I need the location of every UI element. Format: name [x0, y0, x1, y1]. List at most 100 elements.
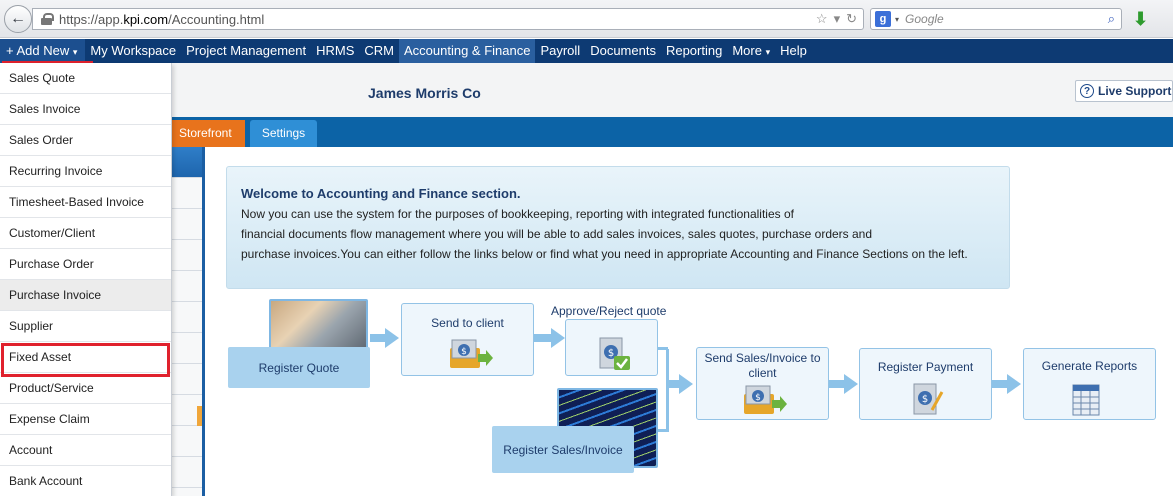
arrow-right-icon: [679, 374, 693, 394]
send-money-icon: $: [448, 338, 494, 373]
add-new-dropdown: Sales Quote Sales Invoice Sales Order Re…: [0, 63, 172, 496]
address-bar[interactable]: https://app. kpi.com/Accounting.html ☆ ▾ …: [32, 8, 864, 30]
sidebar-strip-row[interactable]: [171, 426, 202, 457]
menu-item-supplier[interactable]: Supplier: [0, 311, 171, 342]
register-sales-invoice-button[interactable]: Register Sales/Invoice: [492, 426, 634, 473]
nav-reporting[interactable]: Reporting: [661, 39, 727, 63]
menu-item-purchase-order[interactable]: Purchase Order: [0, 249, 171, 280]
nav-documents[interactable]: Documents: [585, 39, 661, 63]
nav-help[interactable]: Help: [775, 39, 812, 63]
add-new-label: + Add New: [6, 43, 70, 58]
nav-hrms[interactable]: HRMS: [311, 39, 359, 63]
browser-toolbar: ← https://app. kpi.com/Accounting.html ☆ …: [0, 0, 1173, 38]
arrow-right-icon: [844, 374, 858, 394]
menu-item-expense-claim[interactable]: Expense Claim: [0, 404, 171, 435]
welcome-panel: Welcome to Accounting and Finance sectio…: [226, 166, 1010, 289]
url-domain: kpi.com: [123, 11, 169, 27]
spreadsheet-icon: [1072, 384, 1102, 419]
page-header: James Morris Co ? Live Support: [171, 63, 1173, 117]
arrow-right-icon: [1007, 374, 1021, 394]
menu-item-account[interactable]: Account: [0, 435, 171, 466]
menu-item-timesheet-invoice[interactable]: Timesheet-Based Invoice: [0, 187, 171, 218]
flow-arrow: [829, 380, 845, 388]
send-to-client-label: Send to client: [431, 316, 504, 330]
url-path: /Accounting.html: [168, 11, 265, 27]
welcome-text-line: Now you can use the system for the purpo…: [241, 207, 794, 221]
nav-payroll[interactable]: Payroll: [535, 39, 585, 63]
nav-accounting-finance[interactable]: Accounting & Finance: [398, 39, 536, 63]
welcome-title: Welcome to Accounting and Finance sectio…: [241, 186, 521, 201]
generate-reports-label: Generate Reports: [1041, 359, 1138, 373]
send-invoice-icon: $: [742, 384, 788, 419]
svg-text:$: $: [461, 347, 467, 357]
url-prefix: https://app.: [59, 11, 124, 27]
sidebar-strip-row[interactable]: [171, 209, 202, 240]
sidebar-strip-row[interactable]: [171, 364, 202, 395]
arrow-right-icon: [385, 328, 399, 348]
flow-connector: [666, 349, 669, 432]
nav-project-management[interactable]: Project Management: [181, 39, 311, 63]
flow-arrow: [992, 380, 1008, 388]
flow-arrow: [534, 334, 552, 342]
menu-item-customer-client[interactable]: Customer/Client: [0, 218, 171, 249]
tab-settings[interactable]: Settings: [250, 120, 317, 147]
back-arrow-icon[interactable]: ←: [4, 5, 32, 33]
dropdown-arrow-icon[interactable]: ▾: [834, 11, 841, 27]
svg-text:$: $: [608, 348, 614, 359]
menu-item-sales-invoice[interactable]: Sales Invoice: [0, 94, 171, 125]
menu-item-bank-account[interactable]: Bank Account: [0, 466, 171, 496]
tab-storefront[interactable]: Storefront: [171, 120, 245, 147]
star-icon[interactable]: ☆: [816, 11, 828, 27]
svg-text:$: $: [755, 393, 761, 403]
main-nav: + Add New ▾ My Workspace Project Managem…: [0, 39, 1173, 63]
sidebar-strip-row[interactable]: [171, 457, 202, 488]
secondary-sidebar: [171, 147, 202, 496]
send-sales-invoice-label: Send Sales/Invoice to client: [704, 351, 821, 380]
nav-more[interactable]: More ▾: [727, 39, 775, 63]
highlight-box: [1, 343, 170, 377]
nav-my-workspace[interactable]: My Workspace: [85, 39, 181, 63]
search-input[interactable]: g ▾ Google ⌕: [870, 8, 1122, 30]
nav-more-label: More: [732, 43, 762, 58]
search-placeholder: Google: [905, 12, 944, 26]
chevron-down-icon: ▾: [765, 47, 771, 57]
menu-item-product-service[interactable]: Product/Service: [0, 373, 171, 404]
chevron-down-icon[interactable]: ▾: [895, 15, 899, 24]
menu-item-sales-quote[interactable]: Sales Quote: [0, 63, 171, 94]
menu-item-recurring-invoice[interactable]: Recurring Invoice: [0, 156, 171, 187]
welcome-text-line: financial documents flow management wher…: [241, 227, 873, 241]
help-icon: ?: [1080, 84, 1094, 98]
approve-reject-label: Approve/Reject quote: [551, 304, 667, 318]
svg-text:$: $: [922, 394, 928, 405]
chevron-down-icon: ▾: [72, 47, 78, 57]
nav-crm[interactable]: CRM: [359, 39, 399, 63]
sidebar-strip-row[interactable]: [171, 178, 202, 209]
company-name: James Morris Co: [368, 85, 481, 101]
search-icon[interactable]: ⌕: [1108, 11, 1115, 27]
menu-item-sales-order[interactable]: Sales Order: [0, 125, 171, 156]
flow-connector: [658, 347, 668, 350]
add-new-button[interactable]: + Add New ▾: [0, 39, 86, 63]
sidebar-strip-row[interactable]: [171, 302, 202, 333]
live-support-label: Live Support: [1098, 84, 1172, 98]
flow-connector: [658, 429, 668, 432]
menu-item-purchase-invoice[interactable]: Purchase Invoice: [0, 280, 171, 311]
download-icon[interactable]: ⬇: [1133, 9, 1148, 30]
flow-arrow: [370, 334, 386, 342]
live-support-button[interactable]: ? Live Support: [1075, 80, 1173, 102]
sidebar-strip-row[interactable]: [171, 147, 202, 178]
quote-photo: [269, 299, 368, 353]
arrow-right-icon: [551, 328, 565, 348]
lock-icon: [41, 13, 54, 25]
sidebar-strip-row[interactable]: [171, 333, 202, 364]
payment-document-icon: $: [910, 382, 944, 421]
tab-bar: Storefront Settings: [171, 117, 1173, 147]
divider: [202, 147, 205, 496]
sidebar-strip-row[interactable]: [171, 271, 202, 302]
google-icon[interactable]: g: [875, 11, 891, 27]
reload-icon[interactable]: ↻: [846, 11, 857, 27]
sidebar-strip-row[interactable]: [171, 240, 202, 271]
register-quote-button[interactable]: Register Quote: [228, 347, 370, 388]
approve-document-icon: $: [596, 336, 632, 375]
register-payment-label: Register Payment: [877, 360, 974, 374]
